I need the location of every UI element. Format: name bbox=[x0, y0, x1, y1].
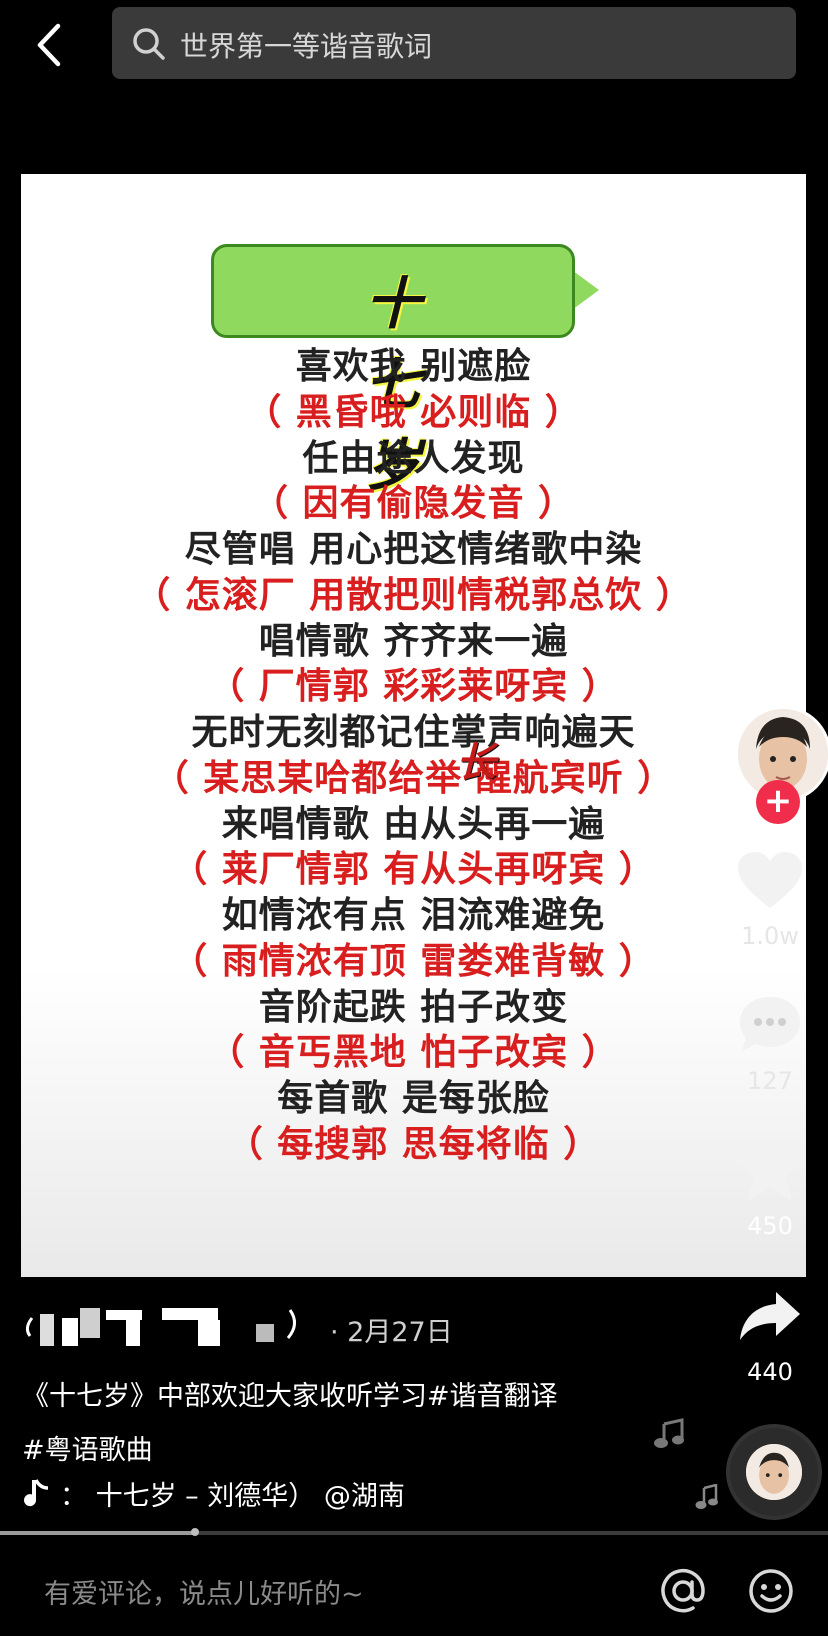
comment-count: 127 bbox=[747, 1067, 793, 1095]
search-query: 世界第一等谐音歌词 bbox=[180, 30, 433, 63]
lyric-line-chinese: 如情浓有点 泪流难避免 bbox=[221, 895, 606, 936]
overlay-character: 长 bbox=[456, 740, 496, 786]
lyric-line-phonetic: （ 雨情浓有顶 雷娄难背敏 ） bbox=[171, 940, 656, 982]
progress-fill bbox=[0, 1531, 195, 1535]
lyric-line-phonetic: （ 厂情郭 彩彩莱呀宾 ） bbox=[208, 666, 619, 708]
comment-bubble-icon[interactable] bbox=[736, 993, 804, 1055]
lyric-line-chinese: 每首歌 是每张脸 bbox=[277, 1078, 550, 1119]
progress-knob[interactable] bbox=[190, 1528, 199, 1536]
author-name-pixelated[interactable] bbox=[22, 1306, 302, 1346]
favorite-star-icon[interactable] bbox=[736, 1136, 804, 1200]
lyric-line-phonetic: （ 因有偷隐发音 ） bbox=[251, 483, 576, 525]
lyric-line-chinese: 无时无刻都记住掌声响遍天 bbox=[191, 712, 636, 753]
lyric-line-chinese: 来唱情歌 由从头再一遍 bbox=[221, 803, 606, 845]
like-heart-icon[interactable] bbox=[736, 850, 804, 912]
lyric-line-phonetic: （ 音丐黑地 怕子改宾 ） bbox=[208, 1032, 619, 1074]
share-arrow-icon[interactable] bbox=[738, 1290, 802, 1342]
post-description[interactable]: 《十七岁》中部欢迎大家收听学习#谐音翻译 #粤语歌曲 bbox=[22, 1370, 558, 1478]
like-count: 1.0w bbox=[741, 922, 799, 950]
favorite-count: 450 bbox=[747, 1212, 793, 1240]
mention-at-icon[interactable] bbox=[660, 1568, 706, 1614]
music-title[interactable]: ： 十七岁 – 刘德华） @湖南 bbox=[60, 1474, 405, 1513]
back-arrow-icon[interactable] bbox=[30, 22, 70, 68]
lyric-line-phonetic: （ 每搜郭 思每将临 ） bbox=[226, 1123, 601, 1165]
description-line-1: 《十七岁》中部欢迎大家收听学习#谐音翻译 bbox=[22, 1381, 558, 1412]
music-disc[interactable] bbox=[726, 1424, 822, 1520]
lyric-line-chinese: 尽管唱 用心把这情绪歌中染 bbox=[184, 529, 643, 570]
search-bar[interactable]: 世界第一等谐音歌词 bbox=[112, 7, 796, 79]
floating-note-icon-2 bbox=[695, 1484, 718, 1509]
follow-button[interactable]: + bbox=[756, 780, 800, 824]
floating-note-icon bbox=[654, 1418, 684, 1448]
title-bubble: 十 七 岁 bbox=[211, 244, 575, 499]
share-count: 440 bbox=[747, 1358, 793, 1386]
lyric-line-chinese: 喜欢我 别遮脸 bbox=[295, 346, 532, 387]
lyric-line-phonetic: （ 莱厂情郭 有从头再呀宾 ） bbox=[171, 849, 656, 891]
post-date: · 2月27日 bbox=[330, 1317, 453, 1348]
lyric-line-chinese: 音阶起跌 拍子改变 bbox=[258, 986, 569, 1028]
lyric-line-chinese: 任由途人发现 bbox=[302, 437, 525, 479]
lyric-line-phonetic: （ 怎滚厂 用散把则情税郭总饮 ） bbox=[134, 574, 693, 616]
lyric-line-phonetic: （ 黑昏哦 必则临 ） bbox=[245, 391, 582, 433]
video-progress-bar[interactable] bbox=[0, 1528, 828, 1536]
search-icon bbox=[133, 28, 165, 60]
lyric-line-chinese: 唱情歌 齐齐来一遍 bbox=[258, 620, 569, 662]
lyric-line-phonetic: （ 某思某哈都给举 醒航宾听 ） bbox=[152, 757, 675, 799]
disc-avatar-icon bbox=[746, 1444, 802, 1500]
music-note-icon bbox=[24, 1479, 49, 1507]
description-line-2[interactable]: #粤语歌曲 bbox=[22, 1424, 558, 1478]
comment-input[interactable]: 有爱评论，说点儿好听的~ bbox=[44, 1572, 364, 1611]
video-frame[interactable]: 十 七 岁 喜欢我 别遮脸（ 黑昏哦 必则临 ）任由途人发现（ 因有偷隐发音 ）… bbox=[21, 174, 806, 1277]
emoji-face-icon[interactable] bbox=[748, 1568, 794, 1614]
